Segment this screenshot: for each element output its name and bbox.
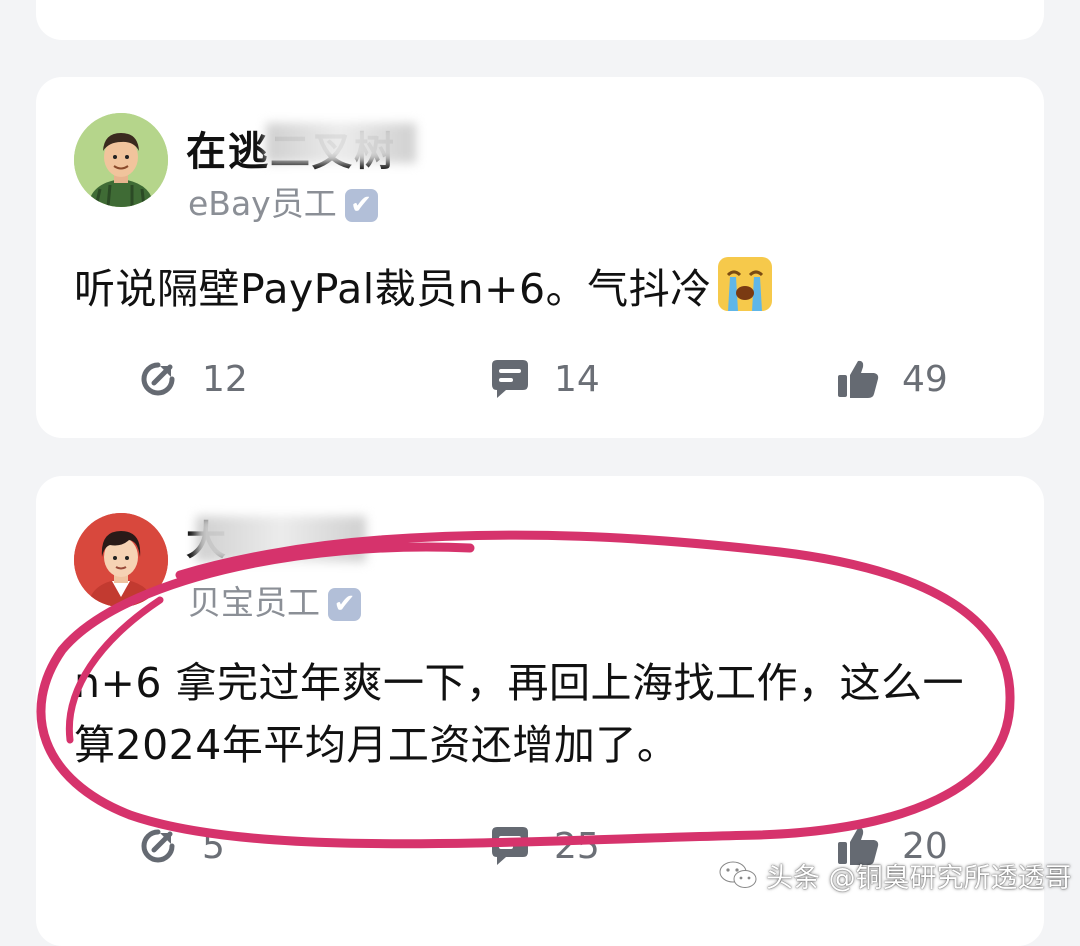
author-company: 贝宝员工 ✔ [188, 576, 361, 624]
author-company: eBay员工 ✔ [188, 177, 378, 225]
post-actions: 12 14 49 [36, 349, 1044, 409]
comment-icon [492, 360, 528, 398]
comment-button[interactable]: 14 [488, 349, 600, 409]
watermark: 头条 @铜臭研究所透透哥 [718, 852, 1072, 898]
verified-badge-icon: ✔ [344, 189, 378, 222]
avatar-man-icon [74, 513, 168, 607]
name-blur-mask [266, 123, 416, 163]
previous-post-card [36, 0, 1044, 40]
share-count: 12 [202, 358, 248, 400]
company-label: eBay员工 [188, 184, 337, 223]
like-button[interactable]: 49 [836, 349, 948, 409]
share-count: 5 [202, 825, 225, 867]
company-label: 贝宝员工 [188, 583, 320, 622]
avatar-man-icon [74, 113, 168, 207]
post-text-content: 听说隔壁PayPal裁员n+6。气抖冷 [74, 265, 712, 313]
thumbs-up-icon [838, 360, 879, 398]
comment-button[interactable]: 25 [488, 816, 600, 876]
crying-face-icon [717, 257, 772, 311]
share-button[interactable]: 12 [136, 349, 248, 409]
comment-count: 14 [554, 358, 600, 400]
share-icon [141, 362, 175, 396]
post-text[interactable]: 听说隔壁PayPal裁员n+6。气抖冷 [74, 255, 1004, 320]
post-card[interactable]: 在逃二叉树 eBay员工✔ 听说隔壁PayPal裁员n+6。气抖冷 12 [36, 77, 1044, 438]
verified-badge-icon: ✔ [328, 588, 361, 621]
name-blur-mask [196, 516, 366, 562]
avatar[interactable] [74, 513, 168, 607]
like-count: 49 [902, 358, 948, 400]
share-icon [141, 829, 175, 863]
wechat-icon [719, 861, 757, 888]
watermark-text: 头条 @铜臭研究所透透哥 [766, 862, 1072, 894]
post-text[interactable]: n+6 拿完过年爽一下，再回上海找工作，这么一算2024年平均月工资还增加了。 [74, 652, 1004, 776]
comment-icon [492, 827, 528, 865]
comment-count: 25 [554, 825, 600, 867]
share-button[interactable]: 5 [136, 816, 225, 876]
avatar[interactable] [74, 113, 168, 207]
